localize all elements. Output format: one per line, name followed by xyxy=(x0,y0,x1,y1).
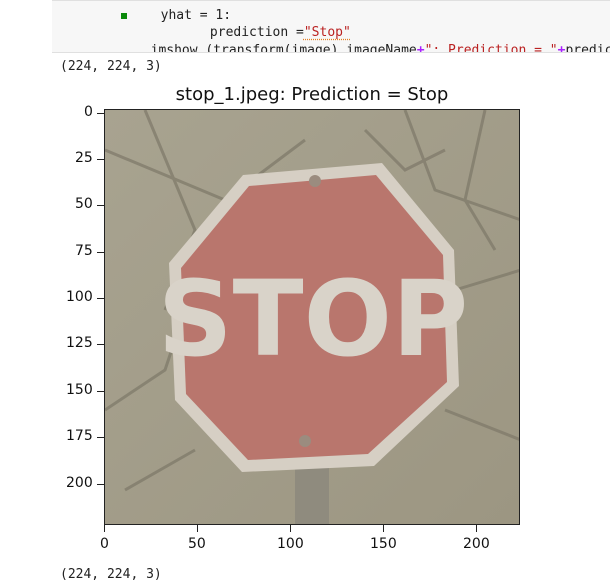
y-tick-label: 175 xyxy=(66,428,93,444)
y-tick-label: 125 xyxy=(66,335,93,351)
y-tick-label: 50 xyxy=(75,196,93,212)
y-tick-label: 75 xyxy=(75,243,93,259)
y-tick-label: 100 xyxy=(66,289,93,305)
code-line-imshow: imshow_(transform(image),imageName+": Pr… xyxy=(119,43,610,53)
y-tick-label: 150 xyxy=(66,382,93,398)
x-tick-label: 50 xyxy=(188,536,206,552)
stop-sign-image: STOP xyxy=(105,110,519,524)
output-shape-top: (224, 224, 3) xyxy=(60,59,162,74)
plot-axes: STOP xyxy=(104,109,520,525)
x-tick-label: 200 xyxy=(463,536,490,552)
y-tick-label: 200 xyxy=(66,475,93,491)
x-tick-label: 100 xyxy=(277,536,304,552)
output-shape-bottom: (224, 224, 3) xyxy=(60,567,162,582)
y-tick-label: 25 xyxy=(75,150,93,166)
y-tick-label: 0 xyxy=(84,104,93,120)
x-tick-label: 0 xyxy=(100,536,109,552)
stop-sign-text: STOP xyxy=(158,258,468,380)
plot-title: stop_1.jpeg: Prediction = Stop xyxy=(175,84,449,105)
x-tick-label: 150 xyxy=(370,536,397,552)
code-cell[interactable]: yhat = 1: prediction ="Stop" imshow_(tra… xyxy=(52,0,610,53)
